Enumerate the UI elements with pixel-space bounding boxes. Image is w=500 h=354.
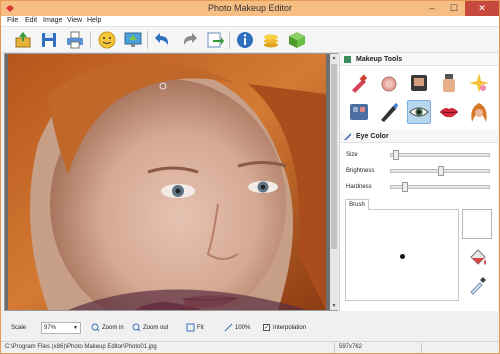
eyeshadow-icon[interactable] <box>347 100 371 124</box>
size-slider-thumb[interactable] <box>392 150 399 160</box>
zoom-in-icon[interactable] <box>91 323 100 332</box>
toolbar-separator <box>90 31 91 49</box>
actual-size-icon[interactable] <box>224 323 233 332</box>
chevron-down-icon: ▼ <box>73 325 78 331</box>
scrollbar-thumb[interactable] <box>331 64 337 249</box>
redo-icon[interactable] <box>179 30 199 50</box>
portrait-photo <box>8 54 326 310</box>
scroll-up-icon[interactable]: ▲ <box>330 54 338 62</box>
toolbar-separator <box>229 31 230 49</box>
face-icon[interactable] <box>97 30 117 50</box>
eye-icon[interactable] <box>407 100 431 124</box>
undo-icon[interactable] <box>153 30 173 50</box>
size-slider[interactable] <box>390 150 490 160</box>
brightness-label: Brightness <box>346 168 375 174</box>
coins-icon[interactable] <box>261 30 281 50</box>
status-divider <box>334 343 335 353</box>
right-panel: Makeup Tools Eye Color Size Brightness H… <box>339 53 498 311</box>
title-bar: Photo Makeup Editor – ☐ ✕ <box>1 1 499 16</box>
hardness-label: Hardness <box>346 184 372 190</box>
size-label: Size <box>346 152 358 158</box>
monitor-icon[interactable] <box>123 30 143 50</box>
makeup-tools-icon <box>344 56 351 63</box>
hardness-slider[interactable] <box>390 182 490 192</box>
maximize-button[interactable]: ☐ <box>443 1 465 16</box>
close-button[interactable]: ✕ <box>465 1 499 16</box>
status-divider <box>421 343 422 353</box>
toolbar-separator <box>147 31 148 49</box>
brightness-slider[interactable] <box>390 166 490 176</box>
image-canvas[interactable]: ▲ ▼ <box>4 53 338 311</box>
paint-bucket-icon[interactable] <box>468 248 488 268</box>
foundation-icon[interactable] <box>407 71 431 95</box>
lipstick-icon[interactable] <box>347 71 371 95</box>
eyeliner-icon[interactable] <box>377 100 401 124</box>
lotion-icon[interactable] <box>437 71 461 95</box>
check-icon: ✓ <box>264 325 270 331</box>
info-icon[interactable] <box>235 30 255 50</box>
zoom-in-button[interactable]: Zoom in <box>102 325 124 331</box>
zoom-bar: Scale 97% ▼ Zoom in Zoom out Fit 100% ✓ … <box>1 316 499 340</box>
actual-size-button[interactable]: 100% <box>235 325 250 331</box>
brightness-slider-thumb[interactable] <box>438 166 444 176</box>
save-icon[interactable] <box>39 30 59 50</box>
menu-help[interactable]: Help <box>87 17 101 24</box>
zoom-out-icon[interactable] <box>132 323 141 332</box>
toolbar <box>1 27 499 53</box>
lips-icon[interactable] <box>437 100 461 124</box>
hair-icon[interactable] <box>467 100 491 124</box>
eye-color-header: Eye Color <box>340 130 498 143</box>
brush-dot <box>400 254 405 259</box>
interpolation-label: Interpolation <box>273 325 307 331</box>
menu-file[interactable]: File <box>7 17 18 24</box>
image-dimensions: 597x762 <box>339 344 363 350</box>
tab-brush[interactable]: Brush <box>345 199 369 210</box>
scroll-down-icon[interactable]: ▼ <box>330 302 338 310</box>
blush-icon[interactable] <box>377 71 401 95</box>
color-swatch[interactable] <box>462 209 492 239</box>
status-bar: C:\Program Files (x86)\Photo Makeup Edit… <box>1 341 499 353</box>
brush-icon <box>344 133 351 140</box>
interpolation-checkbox[interactable]: ✓ <box>263 324 270 331</box>
hardness-slider-thumb[interactable] <box>402 182 409 192</box>
minimize-button[interactable]: – <box>421 1 443 16</box>
box-icon[interactable] <box>287 30 307 50</box>
fit-button[interactable]: Fit <box>197 325 204 331</box>
export-icon[interactable] <box>205 30 225 50</box>
scale-select[interactable]: 97% ▼ <box>41 322 81 334</box>
fit-icon[interactable] <box>186 323 195 332</box>
menu-edit[interactable]: Edit <box>25 17 37 24</box>
menu-bar: File Edit Image View Help <box>1 16 499 27</box>
zoom-out-button[interactable]: Zoom out <box>143 325 168 331</box>
vertical-scrollbar[interactable]: ▲ ▼ <box>330 54 338 310</box>
makeup-tools-header: Makeup Tools <box>340 53 498 66</box>
sparkle-icon[interactable] <box>467 71 491 95</box>
file-path: C:\Program Files (x86)\Photo Makeup Edit… <box>5 344 157 350</box>
eyedropper-icon[interactable] <box>468 275 488 295</box>
menu-view[interactable]: View <box>67 17 82 24</box>
print-icon[interactable] <box>65 30 85 50</box>
menu-image[interactable]: Image <box>43 17 62 24</box>
scale-label: Scale <box>11 325 27 331</box>
app-window: Photo Makeup Editor – ☐ ✕ File Edit Imag… <box>0 0 500 354</box>
brush-preview <box>345 209 459 301</box>
open-icon[interactable] <box>13 30 33 50</box>
